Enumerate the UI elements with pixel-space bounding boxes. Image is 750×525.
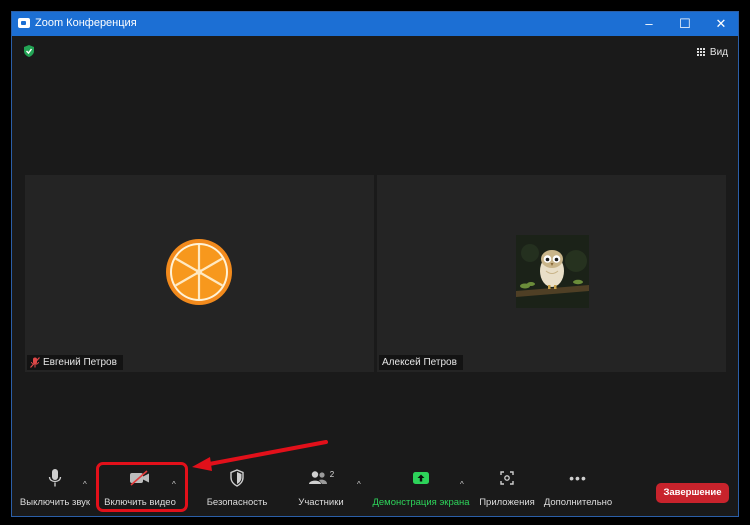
- share-screen-button[interactable]: Демонстрация экрана: [372, 464, 470, 516]
- orange-avatar-icon: [166, 239, 232, 305]
- share-screen-label: Демонстрация экрана: [372, 497, 470, 508]
- participant-name: Евгений Петров: [43, 357, 117, 368]
- mute-audio-label: Выключить звук: [19, 497, 91, 508]
- participants-icon: [308, 471, 327, 484]
- microphone-icon: [48, 469, 62, 487]
- participant-name-tag: Алексей Петров: [379, 355, 463, 370]
- mute-audio-button[interactable]: Выключить звук: [18, 464, 92, 516]
- share-options-caret-icon[interactable]: ^: [460, 480, 464, 489]
- audio-options-caret-icon[interactable]: ^: [83, 480, 87, 489]
- owl-avatar-image: [516, 235, 589, 308]
- muted-mic-icon: [30, 357, 40, 368]
- participant-tile[interactable]: Алексей Петров: [377, 175, 726, 372]
- view-label: Вид: [709, 46, 728, 58]
- participants-count: 2: [329, 469, 335, 479]
- apps-icon: [500, 471, 514, 485]
- grid-view-icon: [696, 47, 706, 57]
- view-button[interactable]: Вид: [696, 44, 728, 60]
- encryption-shield-icon[interactable]: [22, 44, 36, 58]
- end-meeting-button[interactable]: Завершение: [656, 483, 729, 503]
- participants-label: Участники: [298, 497, 344, 508]
- apps-button[interactable]: Приложения: [477, 464, 537, 516]
- share-screen-icon: [413, 472, 429, 484]
- minimize-icon[interactable]: –: [632, 12, 666, 36]
- maximize-icon[interactable]: ☐: [668, 12, 702, 36]
- annotation-highlight-box: [96, 462, 188, 512]
- more-label: Дополнительно: [543, 497, 613, 508]
- apps-label: Приложения: [479, 497, 535, 508]
- participants-options-caret-icon[interactable]: ^: [357, 480, 361, 489]
- more-dots-icon: •••: [569, 470, 587, 486]
- more-button[interactable]: ••• Дополнительно: [542, 464, 614, 516]
- security-label: Безопасность: [206, 497, 268, 508]
- participant-tile[interactable]: Евгений Петров: [25, 175, 374, 372]
- annotation-arrow-icon: [192, 440, 328, 471]
- title-bar[interactable]: Zoom Конференция – ☐ ✕: [12, 12, 738, 36]
- participant-name-tag: Евгений Петров: [27, 355, 123, 370]
- close-icon[interactable]: ✕: [704, 12, 738, 36]
- zoom-app-icon: [18, 18, 30, 28]
- zoom-meeting-window: Zoom Конференция – ☐ ✕ Вид Евгений Петро…: [11, 11, 739, 517]
- window-title: Zoom Конференция: [35, 17, 137, 29]
- participant-name: Алексей Петров: [382, 357, 457, 368]
